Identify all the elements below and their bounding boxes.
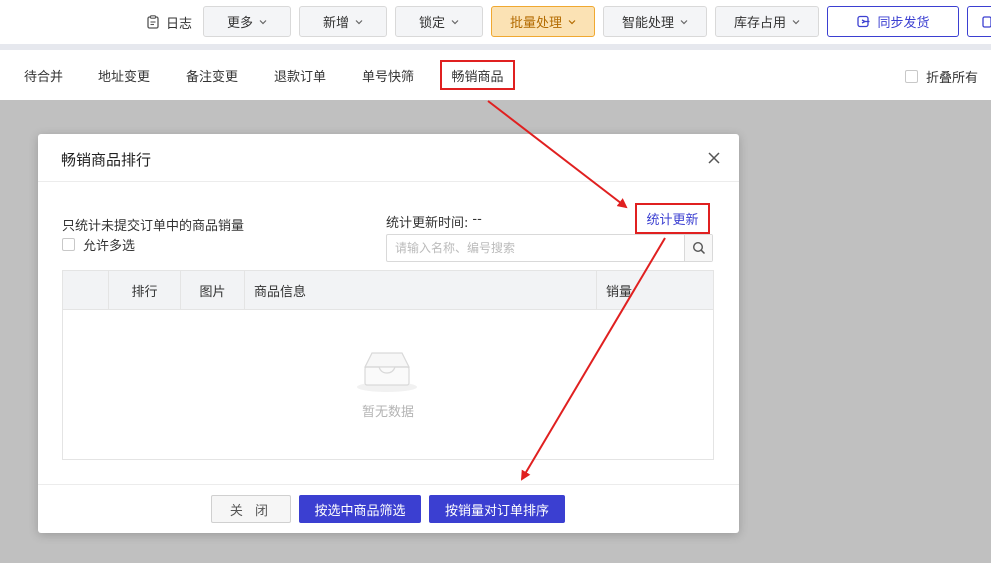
empty-inbox-icon (357, 352, 417, 392)
fold-all-label: 折叠所有 (926, 71, 979, 86)
chevron-down-icon (451, 19, 459, 24)
chevron-down-icon (355, 19, 363, 24)
checkbox-box[interactable] (905, 70, 918, 83)
tab-to-merge[interactable]: 待合并 (24, 66, 63, 85)
tab-best-sellers[interactable]: 畅销商品 (440, 60, 515, 90)
batch-process-label: 批量处理 (509, 16, 562, 31)
sync-ship-button[interactable]: 同步发货 (827, 6, 959, 37)
column-product-info: 商品信息 (245, 271, 597, 310)
smart-process-button[interactable]: 智能处理 (603, 6, 707, 37)
batch-process-button[interactable]: 批量处理 (491, 6, 595, 37)
update-time-value: -- (472, 212, 482, 227)
stats-note: 只统计未提交订单中的商品销量 (62, 219, 245, 234)
table-header: 排行 图片 商品信息 销量 (63, 271, 713, 310)
best-sellers-dialog: 畅销商品排行 只统计未提交订单中的商品销量 允许多选 统计更新时间: -- 统计… (38, 134, 739, 533)
tab-refund-orders[interactable]: 退款订单 (274, 66, 326, 85)
tab-address-change[interactable]: 地址变更 (98, 66, 150, 85)
lock-button-label: 锁定 (418, 16, 445, 31)
column-image: 图片 (181, 271, 245, 310)
stock-occupy-button[interactable]: 库存占用 (715, 6, 819, 37)
column-rank: 排行 (109, 271, 181, 310)
log-label: 日志 (166, 16, 193, 32)
chevron-down-icon (792, 19, 800, 24)
checkbox-box[interactable] (62, 238, 75, 251)
close-button[interactable]: 关 闭 (211, 495, 291, 523)
close-icon[interactable] (706, 150, 722, 166)
search-button[interactable] (684, 235, 712, 261)
fold-all-checkbox[interactable]: 折叠所有 (905, 67, 978, 86)
dialog-title: 畅销商品排行 (61, 151, 152, 169)
top-toolbar: 日志 更多 新增 锁定 批量处理 智能处理 库存占用 同步发货 (0, 0, 991, 44)
add-button-label: 新增 (322, 16, 349, 31)
search-input[interactable] (387, 235, 684, 261)
filter-selected-label: 按选中商品筛选 (314, 503, 406, 519)
allow-multi-checkbox[interactable]: 允许多选 (62, 235, 135, 254)
sort-by-sales-button[interactable]: 按销量对订单排序 (429, 495, 565, 523)
more-button-label: 更多 (226, 16, 253, 31)
tab-tracking-filter[interactable]: 单号快筛 (362, 66, 414, 85)
print-icon (982, 15, 991, 28)
lock-button[interactable]: 锁定 (395, 6, 483, 37)
update-time-label: 统计更新时间: (386, 216, 469, 231)
clipboard-icon (147, 15, 159, 29)
more-button[interactable]: 更多 (203, 6, 291, 37)
stock-occupy-label: 库存占用 (733, 16, 786, 31)
sort-by-sales-label: 按销量对订单排序 (444, 503, 549, 519)
print-button[interactable] (967, 6, 991, 37)
empty-state-text: 暂无数据 (361, 405, 414, 420)
search-box (386, 234, 713, 262)
close-button-label: 关 闭 (229, 503, 273, 519)
log-link[interactable]: 日志 (146, 12, 192, 32)
tab-remark-change[interactable]: 备注变更 (186, 66, 238, 85)
dialog-header: 畅销商品排行 (38, 134, 739, 182)
search-icon (692, 241, 705, 255)
select-column-header (63, 271, 109, 310)
sync-ship-icon (857, 15, 870, 28)
dialog-footer: 关 闭 按选中商品筛选 按销量对订单排序 (38, 484, 739, 533)
update-time: 统计更新时间: -- (386, 212, 482, 231)
add-button[interactable]: 新增 (299, 6, 387, 37)
chevron-down-icon (680, 19, 688, 24)
refresh-stats-label: 统计更新 (646, 213, 699, 228)
smart-process-label: 智能处理 (621, 16, 674, 31)
ranking-table: 排行 图片 商品信息 销量 暂无数据 (62, 270, 714, 460)
chevron-down-icon (568, 19, 576, 24)
sync-ship-label: 同步发货 (877, 16, 930, 31)
tab-best-sellers-label: 畅销商品 (451, 69, 504, 85)
chevron-down-icon (259, 19, 267, 24)
refresh-stats-link[interactable]: 统计更新 (635, 203, 710, 234)
filter-selected-button[interactable]: 按选中商品筛选 (299, 495, 421, 523)
allow-multi-label: 允许多选 (83, 239, 136, 254)
column-sales: 销量 (606, 285, 633, 300)
